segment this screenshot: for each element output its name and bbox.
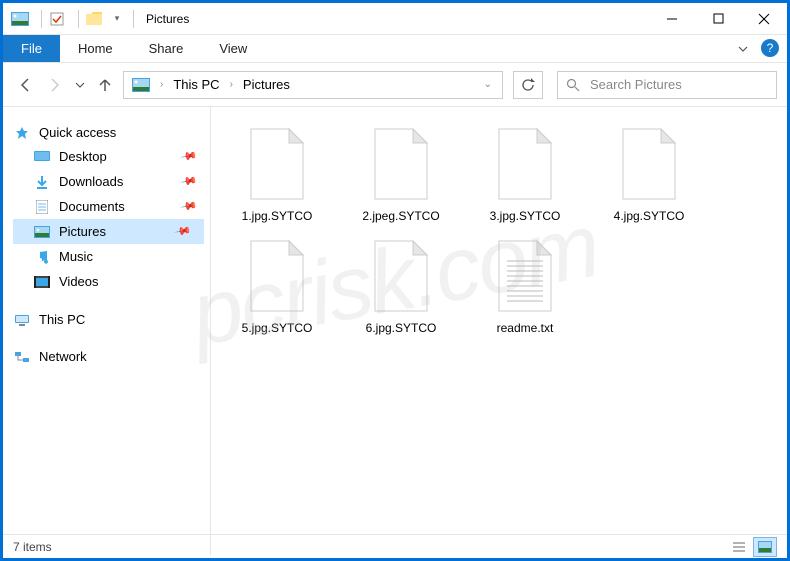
chevron-down-icon[interactable]: ⌄ <box>478 79 498 90</box>
separator <box>133 10 134 28</box>
folder-icon <box>83 11 105 27</box>
pictures-icon <box>128 78 154 92</box>
sidebar-item-downloads[interactable]: Downloads 📌 <box>13 169 210 194</box>
file-icon <box>495 127 555 201</box>
separator <box>78 10 79 28</box>
pictures-icon <box>33 225 51 239</box>
file-icon <box>371 127 431 201</box>
network-header[interactable]: Network <box>13 345 210 368</box>
forward-button[interactable] <box>43 73 67 97</box>
tab-home[interactable]: Home <box>60 35 131 62</box>
app-icon <box>9 11 31 27</box>
file-name: 6.jpg.SYTCO <box>366 321 437 335</box>
file-item[interactable]: 6.jpg.SYTCO <box>353 239 449 335</box>
star-icon <box>13 126 31 140</box>
file-icon <box>619 127 679 201</box>
file-item[interactable]: 1.jpg.SYTCO <box>229 127 325 223</box>
desktop-icon <box>33 150 51 164</box>
status-bar: 7 items <box>3 534 787 558</box>
title-bar: ▾ Pictures <box>3 3 787 35</box>
chevron-right-icon[interactable]: › <box>224 79 239 90</box>
file-name: 5.jpg.SYTCO <box>242 321 313 335</box>
computer-icon <box>13 313 31 327</box>
file-name: 4.jpg.SYTCO <box>614 209 685 223</box>
file-item[interactable]: 3.jpg.SYTCO <box>477 127 573 223</box>
window-title: Pictures <box>146 12 189 26</box>
downloads-icon <box>33 175 51 189</box>
network-icon <box>13 350 31 364</box>
file-item[interactable]: readme.txt <box>477 239 573 335</box>
qat-dropdown-icon[interactable]: ▾ <box>111 11 123 27</box>
up-button[interactable] <box>93 73 117 97</box>
tab-share[interactable]: Share <box>131 35 202 62</box>
file-item[interactable]: 5.jpg.SYTCO <box>229 239 325 335</box>
recent-locations-button[interactable] <box>73 73 87 97</box>
file-name: 2.jpeg.SYTCO <box>362 209 439 223</box>
address-bar: › This PC › Pictures ⌄ Search Pictures <box>3 63 787 107</box>
sidebar-item-documents[interactable]: Documents 📌 <box>13 194 210 219</box>
explorer-body: Quick access Desktop📌Downloads📌Documents… <box>3 107 787 555</box>
maximize-button[interactable] <box>695 4 741 34</box>
close-button[interactable] <box>741 4 787 34</box>
separator <box>41 10 42 28</box>
sidebar-item-label: Music <box>59 249 93 264</box>
file-name: 3.jpg.SYTCO <box>490 209 561 223</box>
pin-icon: 📌 <box>180 197 199 216</box>
file-name: 1.jpg.SYTCO <box>242 209 313 223</box>
sidebar-item-label: Videos <box>59 274 99 289</box>
sidebar-item-label: Desktop <box>59 149 107 164</box>
sidebar-item-music[interactable]: Music <box>13 244 210 269</box>
sidebar-item-label: Pictures <box>59 224 106 239</box>
large-icons-view-button[interactable] <box>753 537 777 557</box>
this-pc-header[interactable]: This PC <box>13 308 210 331</box>
file-icon <box>247 127 307 201</box>
file-icon <box>247 239 307 313</box>
music-icon <box>33 250 51 264</box>
quick-access-header[interactable]: Quick access <box>13 121 210 144</box>
navigation-pane: Quick access Desktop📌Downloads📌Documents… <box>3 107 211 555</box>
videos-icon <box>33 275 51 289</box>
file-item[interactable]: 2.jpeg.SYTCO <box>353 127 449 223</box>
file-name: readme.txt <box>497 321 554 335</box>
file-tab[interactable]: File <box>3 35 60 62</box>
breadcrumb-segment[interactable]: Pictures <box>239 77 294 92</box>
refresh-button[interactable] <box>513 71 543 99</box>
sidebar-item-label: Downloads <box>59 174 123 189</box>
tab-view[interactable]: View <box>201 35 265 62</box>
search-input[interactable]: Search Pictures <box>557 71 777 99</box>
qat-properties-icon[interactable] <box>46 11 68 27</box>
breadcrumb[interactable]: › This PC › Pictures ⌄ <box>123 71 503 99</box>
sidebar-item-pictures[interactable]: Pictures 📌 <box>13 219 204 244</box>
ribbon: File Home Share View ? <box>3 35 787 63</box>
sidebar-item-videos[interactable]: Videos <box>13 269 210 294</box>
file-grid[interactable]: 1.jpg.SYTCO 2.jpeg.SYTCO 3.jpg.SYTCO 4.jpg.… <box>211 107 787 555</box>
minimize-button[interactable] <box>649 4 695 34</box>
pin-icon: 📌 <box>180 172 199 191</box>
sidebar-item-label: Documents <box>59 199 125 214</box>
pin-icon: 📌 <box>180 147 199 166</box>
breadcrumb-segment[interactable]: This PC <box>169 77 223 92</box>
file-icon <box>371 239 431 313</box>
documents-icon <box>33 200 51 214</box>
pin-icon: 📌 <box>174 222 193 241</box>
chevron-right-icon[interactable]: › <box>154 79 169 90</box>
help-button[interactable]: ? <box>761 39 779 57</box>
item-count: 7 items <box>13 540 52 554</box>
file-icon <box>495 239 555 313</box>
sidebar-item-desktop[interactable]: Desktop 📌 <box>13 144 210 169</box>
back-button[interactable] <box>13 73 37 97</box>
file-item[interactable]: 4.jpg.SYTCO <box>601 127 697 223</box>
search-icon <box>566 78 580 92</box>
search-placeholder: Search Pictures <box>590 77 682 92</box>
expand-ribbon-icon[interactable] <box>729 35 757 62</box>
details-view-button[interactable] <box>727 537 751 557</box>
